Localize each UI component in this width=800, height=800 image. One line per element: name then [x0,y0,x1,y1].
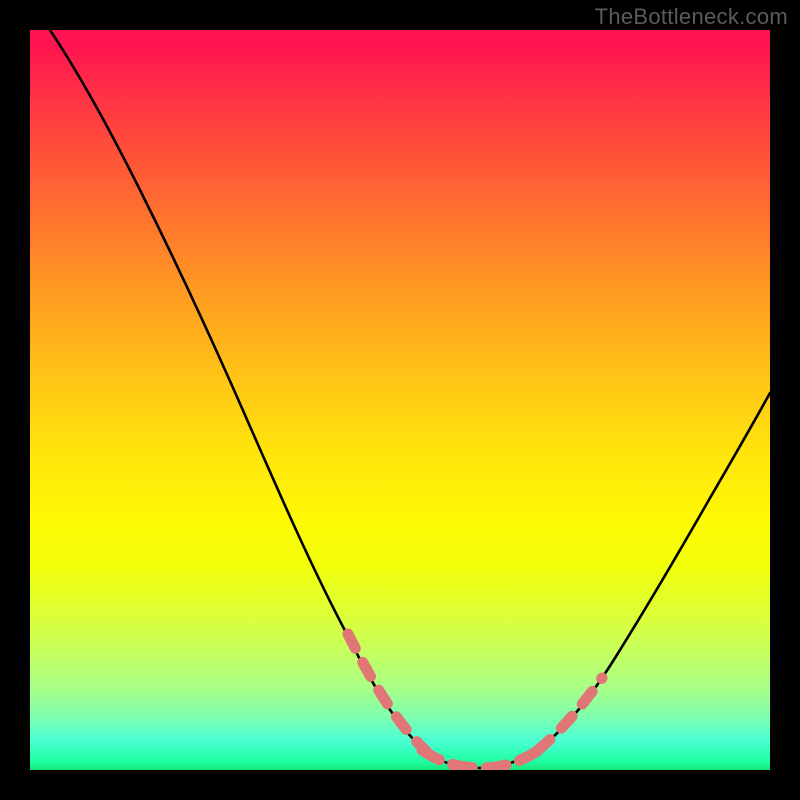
left-dotted-overlay [348,634,427,752]
plot-area [30,30,770,770]
curve-layer [30,30,770,770]
bottom-dotted-overlay [422,748,542,768]
chart-frame: TheBottleneck.com [0,0,800,800]
main-curve [50,30,770,768]
right-dotted-overlay [538,678,602,750]
watermark-text: TheBottleneck.com [595,4,788,30]
